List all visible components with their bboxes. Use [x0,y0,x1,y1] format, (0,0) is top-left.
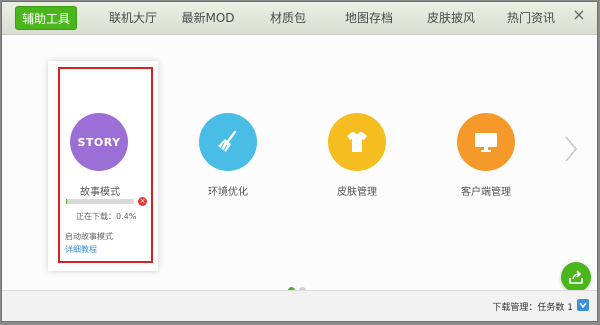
story-mode-button[interactable]: STORY [70,113,128,171]
close-button[interactable]: × [571,7,587,23]
skin-manage-button[interactable] [328,113,386,171]
download-status-text: 正在下载：0.4% [76,212,137,221]
tab-skins-capes[interactable]: 皮肤披风 [419,6,483,30]
story-mode-label: 故事模式 [80,187,120,198]
monitor-icon [475,133,497,152]
download-progress-bar [66,199,134,204]
tab-assist-tools[interactable]: 辅助工具 [15,6,77,30]
tab-map-saves[interactable]: 地图存档 [337,6,401,30]
client-manage-button[interactable] [457,113,515,171]
tab-texture-packs[interactable]: 材质包 [260,6,316,30]
tab-latest-mod[interactable]: 最新MOD [172,6,244,30]
chevron-right-icon[interactable] [564,135,578,163]
share-icon [569,270,583,284]
skin-manage-label: 皮肤管理 [337,187,377,198]
share-button[interactable] [561,262,591,292]
status-bar: 下载管理：任务数 1 [2,290,597,321]
download-manager-status[interactable]: 下载管理：任务数 1 [492,300,573,313]
tshirt-icon [347,132,367,152]
tab-hot-news[interactable]: 热门资讯 [499,6,563,30]
environment-optimize-label: 环境优化 [208,187,248,198]
client-manage-label: 客户端管理 [461,187,511,198]
tab-online-lobby[interactable]: 联机大厅 [98,6,168,30]
app-window: 辅助工具 联机大厅 最新MOD 材质包 地图存档 皮肤披风 热门资讯 × STO… [1,1,598,322]
download-progress-fill [66,199,68,204]
top-nav-bar: 辅助工具 联机大厅 最新MOD 材质包 地图存档 皮肤披风 热门资讯 × [2,2,597,35]
cancel-download-icon[interactable]: × [138,197,147,206]
environment-optimize-button[interactable] [199,113,257,171]
launch-story-mode-text: 启动故事模式 [65,232,113,241]
tutorial-link[interactable]: 详细教程 [65,244,97,255]
story-icon: STORY [77,135,121,149]
download-manager-icon[interactable] [577,299,589,311]
tools-panel: STORY 故事模式 × 正在下载：0.4% 启动故事模式 详细教程 环境优化 … [2,35,597,294]
broom-icon [218,130,237,152]
